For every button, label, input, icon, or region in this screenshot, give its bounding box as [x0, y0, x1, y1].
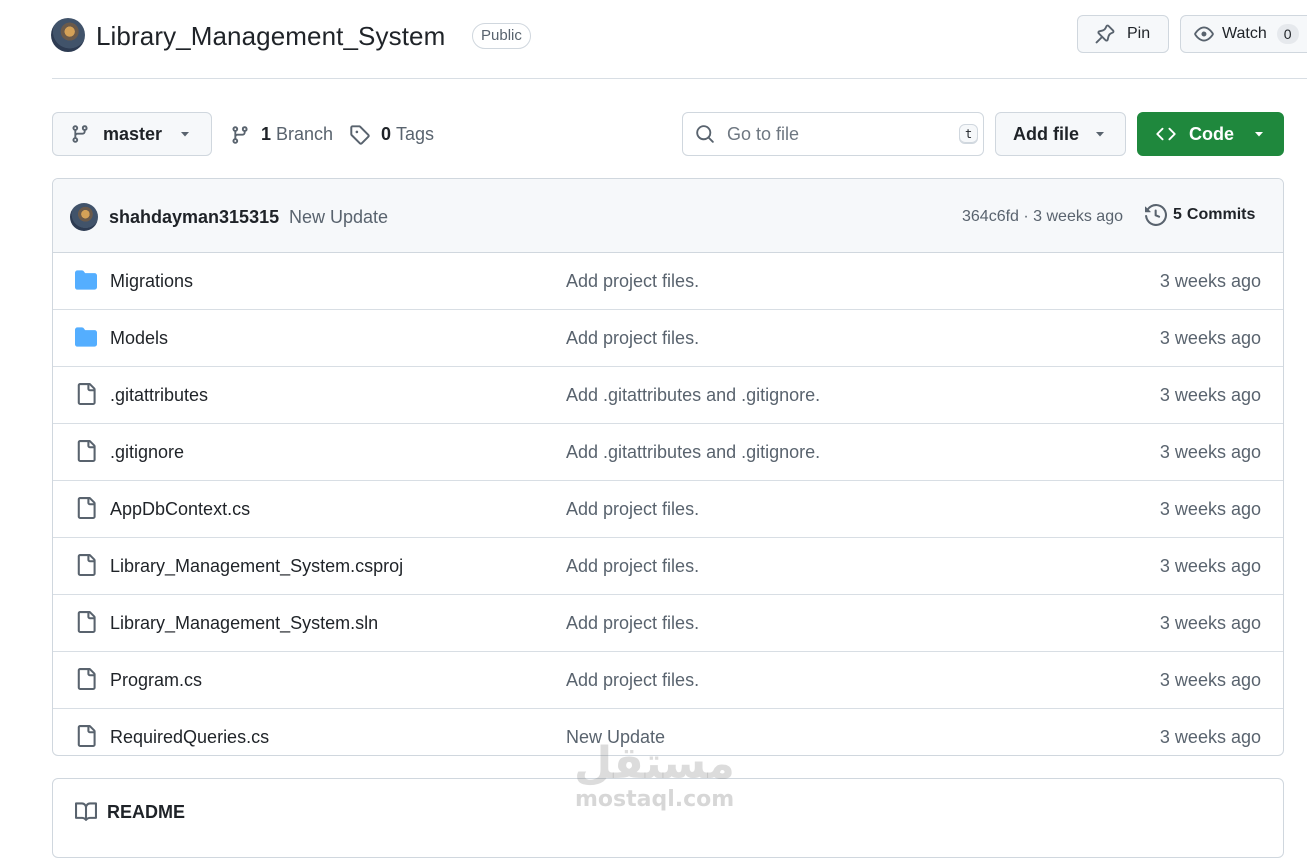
commit-hash-time[interactable]: 364c6fd · 3 weeks ago [962, 208, 1123, 226]
watch-count: 0 [1276, 24, 1299, 44]
file-icon [75, 497, 97, 519]
commit-time: 3 weeks ago [1159, 441, 1261, 462]
code-icon [1155, 124, 1177, 144]
commits-link[interactable]: 5 Commits [1145, 204, 1255, 226]
visibility-badge: Public [472, 23, 531, 49]
eye-icon [1194, 24, 1214, 44]
pin-icon [1095, 24, 1115, 44]
branches-link[interactable]: 1 Branch [230, 124, 333, 145]
header-divider [52, 78, 1307, 79]
file-row[interactable]: Library_Management_System.csproj Add proj… [53, 538, 1283, 595]
commit-message-link[interactable]: Add project files. [566, 670, 699, 691]
file-icon [75, 668, 97, 690]
commits-count: 5 [1173, 206, 1182, 223]
tags-link[interactable]: 0 Tags [349, 124, 434, 145]
file-row[interactable]: Program.cs Add project files. 3 weeks ago [53, 652, 1283, 709]
commit-message[interactable]: New Update [289, 207, 388, 228]
commit-message-link[interactable]: Add project files. [566, 613, 699, 634]
code-label: Code [1189, 123, 1234, 144]
readme-label: README [107, 801, 186, 822]
watermark-arabic: مستقل [574, 738, 735, 789]
readme-header[interactable]: README [75, 801, 185, 823]
latest-commit-bar: shahdayman315315 New Update 364c6fd · 3 … [53, 179, 1283, 253]
branch-label: Branch [276, 124, 334, 144]
file-name[interactable]: Program.cs [110, 670, 202, 691]
branch-count: 1 [261, 124, 272, 144]
file-icon [75, 440, 97, 462]
file-name[interactable]: AppDbContext.cs [110, 499, 250, 520]
search-input[interactable] [727, 123, 959, 145]
repo-name[interactable]: Library_Management_System [96, 21, 445, 52]
file-row[interactable]: .gitignore Add .gitattributes and .gitign… [53, 424, 1283, 481]
keyboard-shortcut-hint: t [959, 124, 979, 144]
commit-message-link[interactable]: Add .gitattributes and .gitignore. [566, 385, 820, 406]
commit-time: 3 weeks ago [1159, 498, 1261, 519]
history-icon [1145, 204, 1167, 226]
file-row[interactable]: .gitattributes Add .gitattributes and .gi… [53, 367, 1283, 424]
file-row[interactable]: AppDbContext.cs Add project files. 3 weeks… [53, 481, 1283, 538]
tags-count: 0 [381, 124, 392, 144]
caret-down-icon [1253, 128, 1265, 140]
file-icon [75, 611, 97, 633]
commit-message-link[interactable]: Add project files. [566, 271, 699, 292]
watch-button[interactable]: Watch 0 [1180, 15, 1307, 53]
file-name[interactable]: .gitignore [110, 442, 184, 463]
file-name[interactable]: Library_Management_System.sln [110, 613, 378, 634]
branch-name: master [103, 123, 163, 144]
search-icon [695, 124, 715, 144]
commit-time: 3 weeks ago [1159, 669, 1261, 690]
caret-down-icon [179, 128, 191, 140]
commit-message-link[interactable]: Add project files. [566, 556, 699, 577]
commits-label: Commits [1186, 206, 1256, 223]
commit-time: 3 weeks ago [1159, 555, 1261, 576]
file-icon [75, 554, 97, 576]
branch-selector[interactable]: master [52, 112, 212, 156]
commit-author[interactable]: shahdayman315315 [109, 207, 279, 228]
tag-icon [349, 124, 370, 145]
commit-time: 3 weeks ago [1159, 612, 1261, 633]
add-file-label: Add file [1013, 123, 1079, 144]
file-list: Migrations Add project files. 3 weeks ago M… [53, 253, 1283, 755]
commit-message-link[interactable]: Add project files. [566, 328, 699, 349]
commit-time: 3 weeks ago [1159, 726, 1261, 747]
file-row[interactable]: Library_Management_System.sln Add project… [53, 595, 1283, 652]
folder-icon [75, 269, 97, 291]
code-button[interactable]: Code [1137, 112, 1284, 156]
file-browser: shahdayman315315 New Update 364c6fd · 3 … [52, 178, 1284, 756]
pin-button[interactable]: Pin [1077, 15, 1169, 53]
commit-time: 3 weeks ago [1159, 270, 1261, 291]
commit-message-link[interactable]: Add project files. [566, 499, 699, 520]
folder-icon [75, 326, 97, 348]
file-name[interactable]: Migrations [110, 271, 193, 292]
file-name[interactable]: RequiredQueries.cs [110, 727, 269, 748]
add-file-button[interactable]: Add file [995, 112, 1126, 156]
author-avatar[interactable] [70, 203, 98, 231]
commit-time: 3 weeks ago [1159, 384, 1261, 405]
repo-owner-avatar[interactable] [51, 18, 85, 52]
commit-message-link[interactable]: Add .gitattributes and .gitignore. [566, 442, 820, 463]
git-branch-icon [70, 124, 90, 144]
caret-down-icon [1094, 128, 1106, 140]
file-icon [75, 725, 97, 747]
file-name[interactable]: Library_Management_System.csproj [110, 556, 403, 577]
file-icon [75, 383, 97, 405]
tags-label: Tags [396, 124, 435, 144]
go-to-file-search[interactable]: t [682, 112, 984, 156]
git-branch-icon [230, 125, 250, 145]
pin-label: Pin [1127, 25, 1151, 42]
file-row[interactable]: Migrations Add project files. 3 weeks ago [53, 253, 1283, 310]
commit-time: 3 weeks ago [1159, 327, 1261, 348]
file-name[interactable]: Models [110, 328, 168, 349]
book-icon [75, 801, 97, 823]
watch-label: Watch [1222, 25, 1267, 42]
watermark-latin: mostaql.com [575, 787, 735, 812]
file-row[interactable]: Models Add project files. 3 weeks ago [53, 310, 1283, 367]
file-name[interactable]: .gitattributes [110, 385, 208, 406]
